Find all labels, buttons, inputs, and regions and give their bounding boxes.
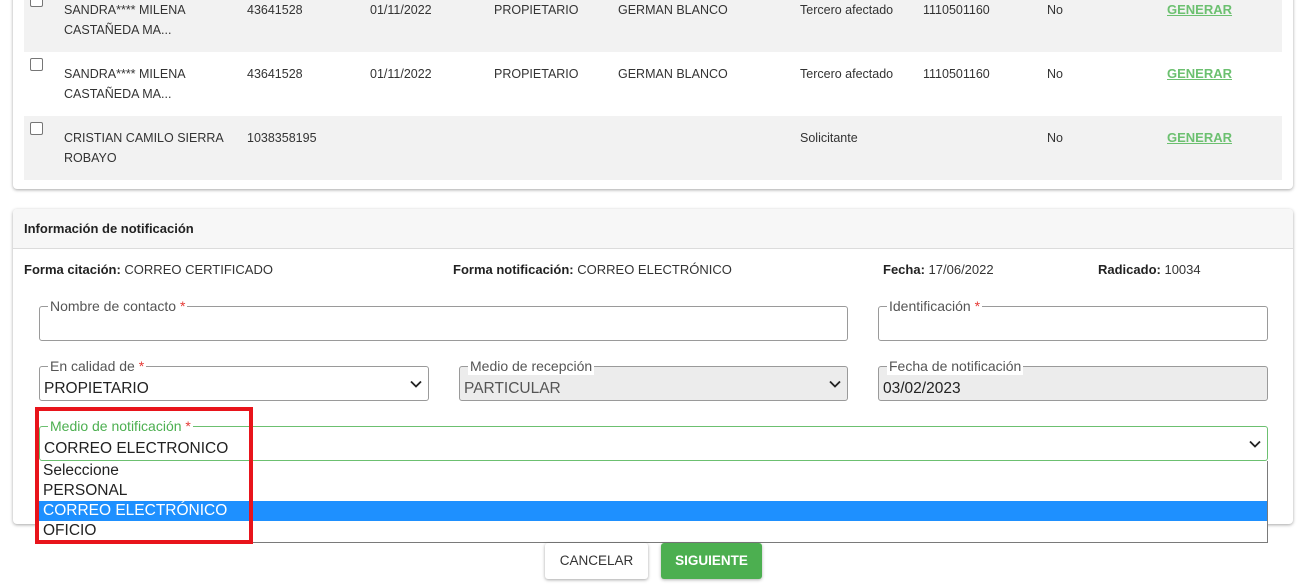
calidad-select[interactable]: En calidad de * PROPIETARIO [39, 357, 429, 401]
cell-date: 01/11/2022 [370, 3, 432, 17]
cell-id: 43641528 [247, 67, 303, 81]
medio-recepcion-select[interactable]: Medio de recepción PARTICULAR [459, 357, 848, 401]
fecha-notificacion-value: 03/02/2023 [883, 380, 961, 397]
radicado: Radicado: 10034 [1098, 262, 1201, 277]
cell-type: Tercero afectado [800, 3, 894, 17]
radicado-value: 10034 [1164, 262, 1201, 277]
calidad-label: En calidad de [50, 358, 135, 374]
fecha-notificacion-field[interactable]: Fecha de notificación 03/02/2023 [878, 357, 1268, 401]
cell-date: 01/11/2022 [370, 67, 432, 81]
medio-notificacion-value: CORREO ELECTRONICO [44, 440, 229, 457]
identification-field[interactable]: Identificación * [878, 297, 1268, 341]
cell-type: Tercero afectado [800, 67, 894, 81]
chevron-down-icon [410, 380, 422, 388]
medio-recepcion-label: Medio de recepción [470, 358, 593, 374]
row-checkbox[interactable] [30, 0, 43, 7]
cancel-button[interactable]: CANCELAR [545, 543, 648, 579]
notification-title: Información de notificación [13, 209, 1293, 249]
calidad-value: PROPIETARIO [44, 380, 149, 397]
option-personal[interactable]: PERSONAL [38, 481, 1267, 501]
fecha: Fecha: 17/06/2022 [883, 262, 994, 277]
option-oficio[interactable]: OFICIO [38, 521, 1267, 541]
medio-notificacion-label: Medio de notificación [50, 418, 182, 434]
beneficiaries-table: SANDRA**** MILENA CASTAÑEDA MA... 436415… [13, 0, 1293, 189]
required-asterisk: * [185, 418, 191, 434]
identification-label: Identificación [889, 298, 971, 314]
table-row: SANDRA**** MILENA CASTAÑEDA MA... 436415… [24, 0, 1282, 52]
table-row: CRISTIAN CAMILO SIERRA ROBAYO 1038358195… [24, 116, 1282, 180]
contact-name-label: Nombre de contacto [50, 298, 177, 314]
fecha-notificacion-label: Fecha de notificación [889, 358, 1022, 374]
chevron-down-icon [829, 380, 841, 388]
cell-number: 1110501160 [923, 67, 990, 81]
cell-name: CRISTIAN CAMILO SIERRA ROBAYO [64, 131, 224, 165]
table-row: SANDRA**** MILENA CASTAÑEDA MA... 436415… [24, 52, 1282, 116]
option-seleccione[interactable]: Seleccione [38, 461, 1267, 481]
required-asterisk: * [138, 358, 145, 374]
generate-link[interactable]: GENERAR [1167, 128, 1232, 148]
cell-number: 1110501160 [923, 3, 990, 17]
cell-id: 43641528 [247, 3, 303, 17]
medio-recepcion-value: PARTICULAR [464, 380, 561, 397]
required-asterisk: * [974, 298, 981, 314]
generate-link[interactable]: GENERAR [1167, 0, 1232, 20]
cell-flag: No [1047, 131, 1063, 145]
cell-person: GERMAN BLANCO [618, 67, 728, 81]
radicado-label: Radicado: [1098, 262, 1161, 277]
cell-flag: No [1047, 67, 1063, 81]
fecha-value: 17/06/2022 [928, 262, 994, 277]
required-asterisk: * [179, 298, 186, 314]
forma-notificacion-value: CORREO ELECTRÓNICO [577, 262, 732, 277]
forma-notificacion: Forma notificación: CORREO ELECTRÓNICO [453, 262, 732, 277]
row-checkbox[interactable] [30, 58, 43, 71]
cell-name: SANDRA**** MILENA CASTAÑEDA MA... [64, 67, 185, 101]
forma-citacion: Forma citación: CORREO CERTIFICADO [24, 262, 273, 277]
forma-notificacion-label: Forma notificación: [453, 262, 574, 277]
contact-name-field[interactable]: Nombre de contacto * [39, 297, 848, 341]
medio-notificacion-options: Seleccione PERSONAL CORREO ELECTRÓNICO O… [37, 461, 1268, 543]
forma-citacion-value: CORREO CERTIFICADO [124, 262, 273, 277]
generate-link[interactable]: GENERAR [1167, 64, 1232, 84]
cell-role: PROPIETARIO [494, 67, 579, 81]
forma-citacion-label: Forma citación: [24, 262, 121, 277]
cell-name: SANDRA**** MILENA CASTAÑEDA MA... [64, 3, 185, 37]
row-checkbox[interactable] [30, 122, 43, 135]
option-correo-electronico[interactable]: CORREO ELECTRÓNICO [38, 501, 1267, 521]
next-button[interactable]: SIGUIENTE [661, 543, 762, 579]
cell-id: 1038358195 [247, 131, 317, 145]
cell-person: GERMAN BLANCO [618, 3, 728, 17]
cell-type: Solicitante [800, 131, 858, 145]
cell-role: PROPIETARIO [494, 3, 579, 17]
fecha-label: Fecha: [883, 262, 925, 277]
medio-notificacion-select[interactable]: Medio de notificación * CORREO ELECTRONI… [39, 417, 1268, 461]
cell-flag: No [1047, 3, 1063, 17]
chevron-down-icon [1249, 440, 1261, 448]
